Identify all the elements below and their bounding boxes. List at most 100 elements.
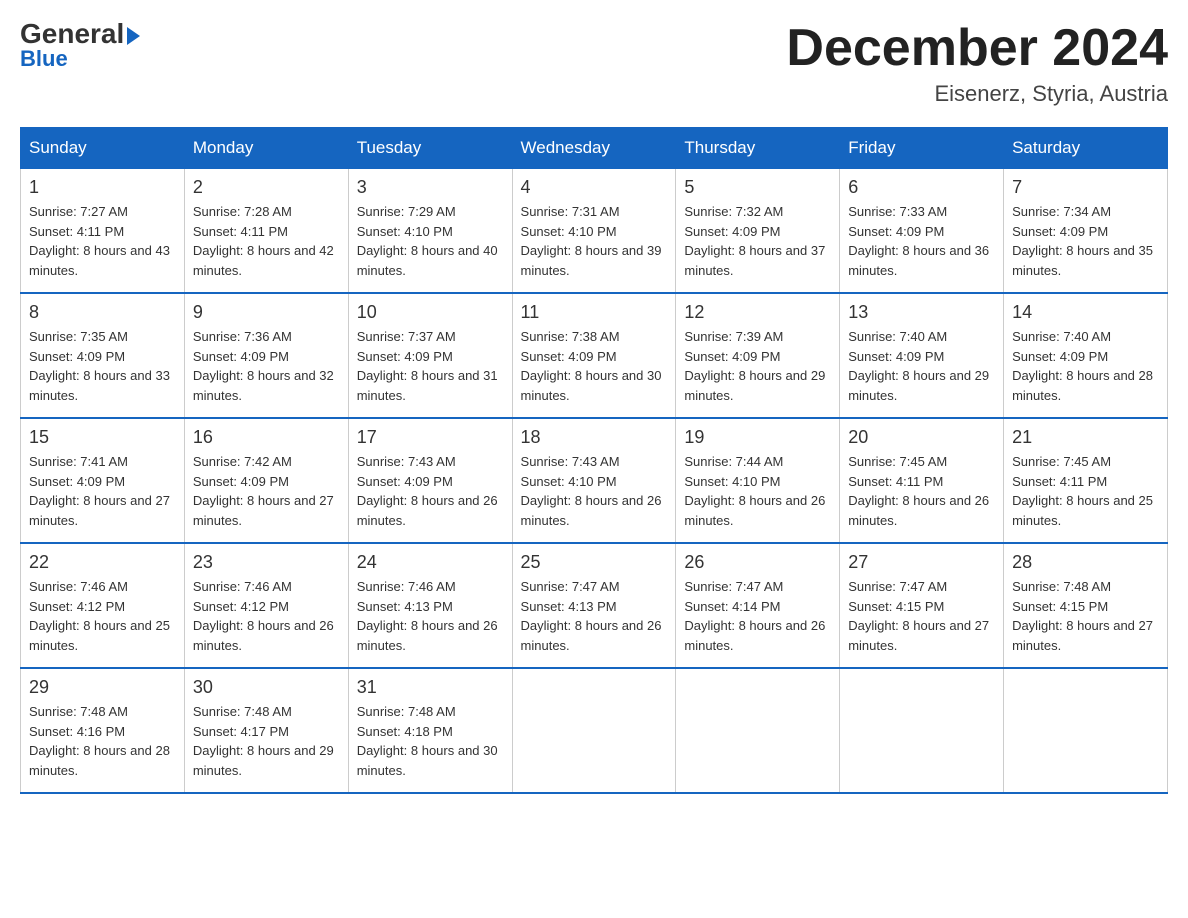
day-info: Sunrise: 7:34 AMSunset: 4:09 PMDaylight:… [1012, 202, 1159, 280]
day-number: 10 [357, 302, 504, 323]
day-number: 1 [29, 177, 176, 198]
col-header-saturday: Saturday [1004, 128, 1168, 169]
day-info: Sunrise: 7:48 AMSunset: 4:18 PMDaylight:… [357, 702, 504, 780]
week-row-2: 8 Sunrise: 7:35 AMSunset: 4:09 PMDaylight… [21, 293, 1168, 418]
day-info: Sunrise: 7:38 AMSunset: 4:09 PMDaylight:… [521, 327, 668, 405]
day-info: Sunrise: 7:47 AMSunset: 4:14 PMDaylight:… [684, 577, 831, 655]
location: Eisenerz, Styria, Austria [786, 81, 1168, 107]
day-info: Sunrise: 7:35 AMSunset: 4:09 PMDaylight:… [29, 327, 176, 405]
title-block: December 2024 Eisenerz, Styria, Austria [786, 20, 1168, 107]
day-number: 13 [848, 302, 995, 323]
day-cell: 29Sunrise: 7:48 AMSunset: 4:16 PMDayligh… [21, 668, 185, 793]
week-row-5: 29Sunrise: 7:48 AMSunset: 4:16 PMDayligh… [21, 668, 1168, 793]
day-info: Sunrise: 7:45 AMSunset: 4:11 PMDaylight:… [848, 452, 995, 530]
day-cell: 12 Sunrise: 7:39 AMSunset: 4:09 PMDayligh… [676, 293, 840, 418]
day-cell [1004, 668, 1168, 793]
day-cell: 5 Sunrise: 7:32 AMSunset: 4:09 PMDaylight… [676, 169, 840, 294]
day-cell: 30Sunrise: 7:48 AMSunset: 4:17 PMDayligh… [184, 668, 348, 793]
day-number: 3 [357, 177, 504, 198]
day-info: Sunrise: 7:29 AMSunset: 4:10 PMDaylight:… [357, 202, 504, 280]
col-header-monday: Monday [184, 128, 348, 169]
day-cell: 11 Sunrise: 7:38 AMSunset: 4:09 PMDayligh… [512, 293, 676, 418]
day-number: 18 [521, 427, 668, 448]
day-number: 9 [193, 302, 340, 323]
day-number: 22 [29, 552, 176, 573]
day-number: 14 [1012, 302, 1159, 323]
day-number: 5 [684, 177, 831, 198]
day-info: Sunrise: 7:31 AMSunset: 4:10 PMDaylight:… [521, 202, 668, 280]
day-number: 24 [357, 552, 504, 573]
day-cell: 23 Sunrise: 7:46 AMSunset: 4:12 PMDayligh… [184, 543, 348, 668]
day-number: 7 [1012, 177, 1159, 198]
day-info: Sunrise: 7:39 AMSunset: 4:09 PMDaylight:… [684, 327, 831, 405]
day-number: 12 [684, 302, 831, 323]
day-cell: 6 Sunrise: 7:33 AMSunset: 4:09 PMDaylight… [840, 169, 1004, 294]
day-cell: 3 Sunrise: 7:29 AMSunset: 4:10 PMDaylight… [348, 169, 512, 294]
day-number: 26 [684, 552, 831, 573]
day-number: 4 [521, 177, 668, 198]
day-info: Sunrise: 7:37 AMSunset: 4:09 PMDaylight:… [357, 327, 504, 405]
day-cell: 7 Sunrise: 7:34 AMSunset: 4:09 PMDaylight… [1004, 169, 1168, 294]
day-info: Sunrise: 7:28 AMSunset: 4:11 PMDaylight:… [193, 202, 340, 280]
day-number: 25 [521, 552, 668, 573]
day-number: 31 [357, 677, 504, 698]
day-number: 16 [193, 427, 340, 448]
day-cell: 22 Sunrise: 7:46 AMSunset: 4:12 PMDayligh… [21, 543, 185, 668]
day-info: Sunrise: 7:27 AMSunset: 4:11 PMDaylight:… [29, 202, 176, 280]
day-info: Sunrise: 7:43 AMSunset: 4:09 PMDaylight:… [357, 452, 504, 530]
day-cell: 10 Sunrise: 7:37 AMSunset: 4:09 PMDayligh… [348, 293, 512, 418]
day-cell: 31 Sunrise: 7:48 AMSunset: 4:18 PMDayligh… [348, 668, 512, 793]
col-header-wednesday: Wednesday [512, 128, 676, 169]
day-info: Sunrise: 7:47 AMSunset: 4:15 PMDaylight:… [848, 577, 995, 655]
month-title: December 2024 [786, 20, 1168, 77]
day-number: 8 [29, 302, 176, 323]
day-number: 20 [848, 427, 995, 448]
page-header: General Blue December 2024 Eisenerz, Sty… [20, 20, 1168, 107]
day-number: 28 [1012, 552, 1159, 573]
day-cell: 24 Sunrise: 7:46 AMSunset: 4:13 PMDayligh… [348, 543, 512, 668]
day-cell: 2Sunrise: 7:28 AMSunset: 4:11 PMDaylight… [184, 169, 348, 294]
day-number: 6 [848, 177, 995, 198]
week-row-4: 22 Sunrise: 7:46 AMSunset: 4:12 PMDayligh… [21, 543, 1168, 668]
logo: General Blue [20, 20, 140, 72]
day-number: 29 [29, 677, 176, 698]
day-info: Sunrise: 7:45 AMSunset: 4:11 PMDaylight:… [1012, 452, 1159, 530]
day-cell: 27Sunrise: 7:47 AMSunset: 4:15 PMDayligh… [840, 543, 1004, 668]
logo-blue-text: Blue [20, 46, 68, 72]
day-info: Sunrise: 7:33 AMSunset: 4:09 PMDaylight:… [848, 202, 995, 280]
day-cell: 20 Sunrise: 7:45 AMSunset: 4:11 PMDayligh… [840, 418, 1004, 543]
day-cell: 28Sunrise: 7:48 AMSunset: 4:15 PMDayligh… [1004, 543, 1168, 668]
day-info: Sunrise: 7:43 AMSunset: 4:10 PMDaylight:… [521, 452, 668, 530]
day-cell: 14 Sunrise: 7:40 AMSunset: 4:09 PMDayligh… [1004, 293, 1168, 418]
day-info: Sunrise: 7:46 AMSunset: 4:12 PMDaylight:… [29, 577, 176, 655]
day-cell [676, 668, 840, 793]
day-number: 17 [357, 427, 504, 448]
day-info: Sunrise: 7:32 AMSunset: 4:09 PMDaylight:… [684, 202, 831, 280]
day-info: Sunrise: 7:40 AMSunset: 4:09 PMDaylight:… [848, 327, 995, 405]
day-info: Sunrise: 7:36 AMSunset: 4:09 PMDaylight:… [193, 327, 340, 405]
header-row: SundayMondayTuesdayWednesdayThursdayFrid… [21, 128, 1168, 169]
day-cell: 4 Sunrise: 7:31 AMSunset: 4:10 PMDaylight… [512, 169, 676, 294]
day-cell: 16 Sunrise: 7:42 AMSunset: 4:09 PMDayligh… [184, 418, 348, 543]
day-info: Sunrise: 7:44 AMSunset: 4:10 PMDaylight:… [684, 452, 831, 530]
day-cell: 15Sunrise: 7:41 AMSunset: 4:09 PMDayligh… [21, 418, 185, 543]
day-number: 11 [521, 302, 668, 323]
day-number: 23 [193, 552, 340, 573]
day-cell [512, 668, 676, 793]
day-cell: 18 Sunrise: 7:43 AMSunset: 4:10 PMDayligh… [512, 418, 676, 543]
day-cell: 13 Sunrise: 7:40 AMSunset: 4:09 PMDayligh… [840, 293, 1004, 418]
day-cell: 1 Sunrise: 7:27 AMSunset: 4:11 PMDaylight… [21, 169, 185, 294]
day-cell: 19Sunrise: 7:44 AMSunset: 4:10 PMDayligh… [676, 418, 840, 543]
day-number: 21 [1012, 427, 1159, 448]
day-cell: 17 Sunrise: 7:43 AMSunset: 4:09 PMDayligh… [348, 418, 512, 543]
week-row-3: 15Sunrise: 7:41 AMSunset: 4:09 PMDayligh… [21, 418, 1168, 543]
col-header-sunday: Sunday [21, 128, 185, 169]
day-info: Sunrise: 7:46 AMSunset: 4:12 PMDaylight:… [193, 577, 340, 655]
day-cell [840, 668, 1004, 793]
day-cell: 25Sunrise: 7:47 AMSunset: 4:13 PMDayligh… [512, 543, 676, 668]
day-cell: 9 Sunrise: 7:36 AMSunset: 4:09 PMDaylight… [184, 293, 348, 418]
day-info: Sunrise: 7:42 AMSunset: 4:09 PMDaylight:… [193, 452, 340, 530]
day-info: Sunrise: 7:46 AMSunset: 4:13 PMDaylight:… [357, 577, 504, 655]
day-info: Sunrise: 7:48 AMSunset: 4:17 PMDaylight:… [193, 702, 340, 780]
day-info: Sunrise: 7:40 AMSunset: 4:09 PMDaylight:… [1012, 327, 1159, 405]
